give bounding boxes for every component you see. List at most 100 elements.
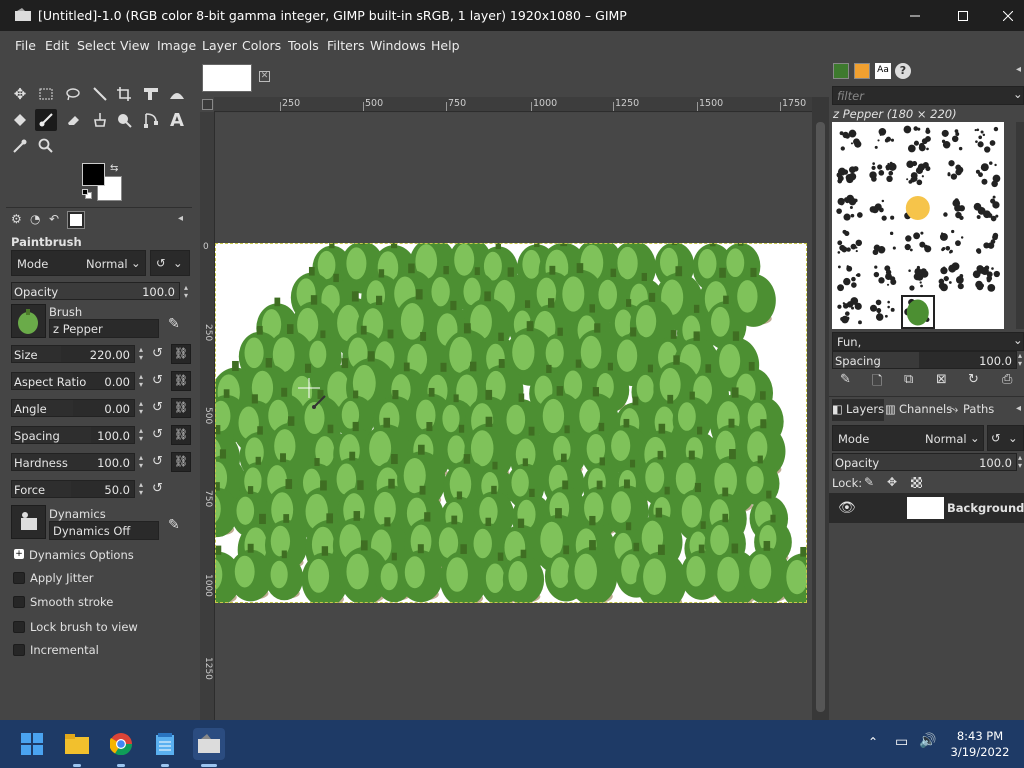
force-reset-icon[interactable]: ↺ (152, 482, 166, 496)
brush-spacing-spin[interactable]: ▴ ▾ (1015, 352, 1024, 368)
brush-thumbnail[interactable] (869, 299, 895, 321)
brush-thumbnail[interactable] (837, 229, 863, 254)
brush-thumbnail[interactable] (974, 126, 999, 153)
configure-tab-icon[interactable]: ◂ (178, 213, 183, 224)
size-spin[interactable]: ▴ ▾ (136, 346, 146, 362)
lock-pixels-icon[interactable]: ✎ (864, 475, 874, 489)
hardness-spin[interactable]: ▴ ▾ (136, 454, 146, 470)
mode-dropdown[interactable]: Mode Normal ⌄ (11, 250, 146, 276)
brush-thumbnail[interactable] (975, 232, 999, 254)
smooth-stroke-checkbox[interactable] (13, 596, 25, 608)
paintbrush-tool-icon[interactable] (35, 109, 57, 131)
hardness-slider[interactable]: Hardness 100.0 (11, 453, 135, 471)
file-explorer-icon[interactable] (61, 728, 93, 760)
brushes-tab-icon[interactable] (833, 63, 849, 79)
zoom-tool-icon[interactable] (35, 135, 57, 157)
clock-time[interactable]: 8:43 PM (950, 729, 1010, 743)
quick-mask-corner-icon[interactable] (202, 99, 213, 110)
size-slider[interactable]: Size 220.00 (11, 345, 135, 363)
brush-thumbnail[interactable] (939, 229, 964, 254)
chrome-icon[interactable] (105, 728, 137, 760)
brush-thumbnail[interactable] (872, 231, 896, 256)
force-spin[interactable]: ▴ ▾ (136, 481, 146, 497)
delete-brush-icon[interactable]: ⊠ (936, 372, 947, 387)
aspect-spin[interactable]: ▴ ▾ (136, 373, 146, 389)
brush-thumbnail[interactable] (837, 265, 861, 292)
selected-brush-cell[interactable] (901, 295, 935, 329)
clock-date[interactable]: 3/19/2022 (946, 745, 1014, 759)
foreground-color-swatch[interactable] (82, 163, 105, 186)
lasso-tool-icon[interactable] (62, 83, 84, 105)
help-tab-icon[interactable]: ? (895, 63, 911, 79)
angle-spin[interactable]: ▴ ▾ (136, 400, 146, 416)
opacity-slider[interactable]: Opacity 100.0 (11, 282, 180, 300)
fuzzy-select-tool-icon[interactable] (89, 83, 111, 105)
minimize-button[interactable] (892, 0, 938, 31)
brush-thumbnail[interactable] (837, 297, 862, 325)
close-tab-icon[interactable]: ✕ (259, 71, 270, 82)
text-tool-icon[interactable]: A (166, 109, 188, 131)
incremental-checkbox[interactable] (13, 644, 25, 656)
open-brush-as-image-icon[interactable]: ⎙ (1002, 372, 1012, 387)
crop-tool-icon[interactable] (113, 83, 135, 105)
brush-thumbnail[interactable] (972, 265, 1000, 292)
menu-tools[interactable]: Tools (288, 38, 319, 53)
brush-thumbnail[interactable] (904, 231, 932, 253)
menu-colors[interactable]: Colors (242, 38, 281, 53)
rect-select-tool-icon[interactable] (35, 83, 57, 105)
notepad-icon[interactable] (149, 728, 181, 760)
brush-thumbnail[interactable] (874, 127, 895, 149)
layer-row-background[interactable]: 👁 Background (829, 493, 1024, 523)
brush-thumbnail[interactable] (908, 265, 929, 291)
gimp-icon[interactable] (193, 728, 225, 760)
hardness-link-icon[interactable]: ⛓ (171, 452, 191, 472)
swap-colors-icon[interactable]: ⇆ (110, 163, 118, 174)
volume-icon[interactable]: 🔊 (919, 733, 936, 749)
image-canvas[interactable] (215, 243, 807, 603)
brush-thumbnail[interactable] (903, 125, 931, 153)
menu-edit[interactable]: Edit (45, 38, 69, 53)
angle-reset-icon[interactable]: ↺ (152, 401, 166, 415)
dynamics-name-field[interactable]: Dynamics Off (49, 521, 159, 540)
size-reset-icon[interactable]: ↺ (152, 347, 166, 361)
spacing-slider[interactable]: Spacing 100.0 (11, 426, 135, 444)
aspect-ratio-slider[interactable]: Aspect Ratio 0.00 (11, 372, 135, 390)
menu-filters[interactable]: Filters (327, 38, 364, 53)
apply-jitter-checkbox[interactable] (13, 572, 25, 584)
edit-brush-icon[interactable]: ✎ (840, 372, 851, 387)
configure-tab-icon[interactable]: ◂ (1016, 403, 1021, 414)
spacing-reset-icon[interactable]: ↺ (152, 428, 166, 442)
close-button[interactable] (985, 0, 1024, 31)
brush-thumbnail[interactable] (906, 160, 931, 186)
menu-windows[interactable]: Windows (370, 38, 426, 53)
aspect-link-icon[interactable]: ⛓ (171, 371, 191, 391)
lock-position-icon[interactable]: ✥ (887, 475, 897, 489)
undo-history-tab-icon[interactable]: ↶ (49, 212, 59, 226)
fonts-tab-icon[interactable]: Aa (875, 63, 891, 79)
brush-grid-scrollbar[interactable] (1016, 122, 1024, 329)
brush-spacing-slider[interactable]: Spacing 100.0 (832, 351, 1017, 369)
duplicate-brush-icon[interactable]: ⧉ (904, 372, 913, 387)
angle-slider[interactable]: Angle 0.00 (11, 399, 135, 417)
brush-thumbnail[interactable] (904, 196, 930, 220)
brush-thumbnail[interactable] (975, 161, 1001, 188)
eye-visibility-icon[interactable]: 👁 (838, 500, 856, 516)
brush-thumbnail[interactable] (938, 262, 964, 292)
menu-image[interactable]: Image (157, 38, 196, 53)
brush-preview-button[interactable] (11, 304, 46, 338)
brush-thumbnail[interactable] (839, 129, 862, 151)
chevron-up-icon[interactable]: ⌃ (868, 735, 878, 749)
edit-brush-icon[interactable]: ✎ (168, 316, 180, 332)
paths-tool-icon[interactable] (140, 109, 162, 131)
opacity-spin[interactable]: ▴ ▾ (181, 284, 191, 300)
layer-opacity-spin[interactable]: ▴ ▾ (1015, 454, 1024, 470)
maximize-button[interactable] (940, 0, 986, 31)
move-tool-icon[interactable]: ✥ (9, 83, 31, 105)
mode-reset-dropdown[interactable]: ↺ ⌄ (150, 250, 190, 276)
images-tab-icon[interactable] (67, 211, 85, 229)
aspect-reset-icon[interactable]: ↺ (152, 374, 166, 388)
layer-opacity-slider[interactable]: Opacity 100.0 (832, 453, 1017, 471)
start-icon[interactable] (16, 728, 48, 760)
device-status-tab-icon[interactable]: ◔ (30, 212, 40, 226)
warp-transform-tool-icon[interactable] (166, 83, 188, 105)
